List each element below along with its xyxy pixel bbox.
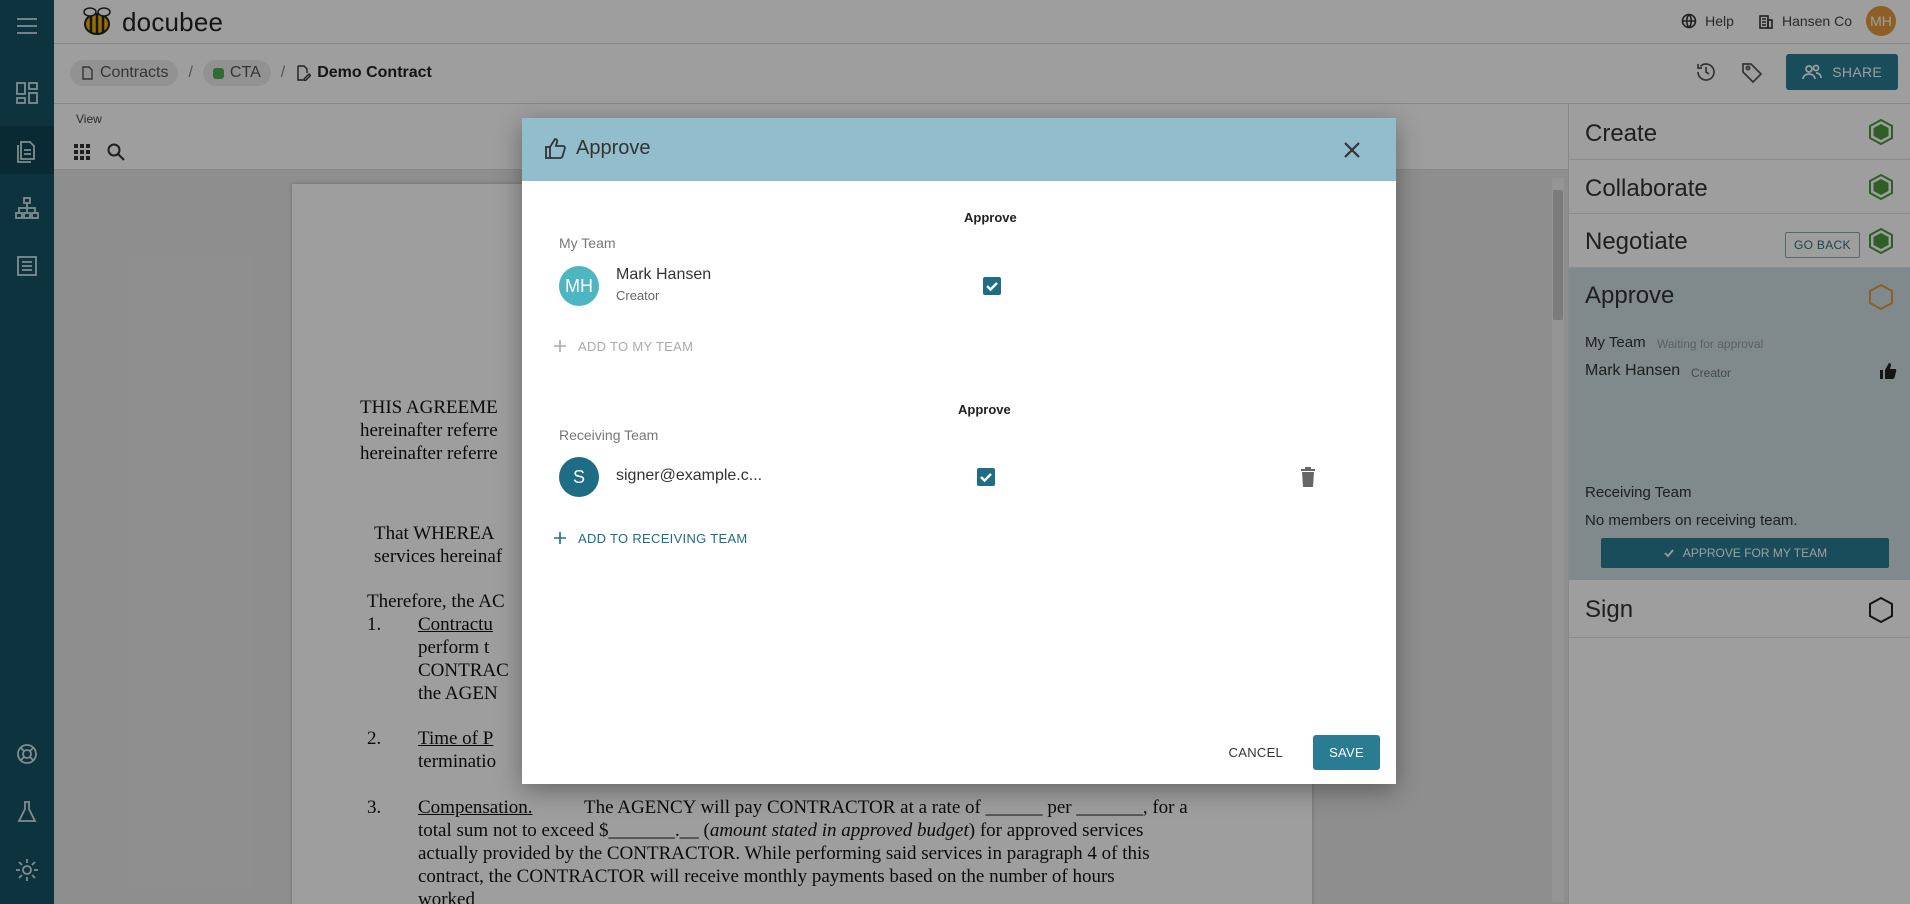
check-icon — [986, 282, 998, 292]
thumbs-up-icon — [545, 138, 566, 159]
member-email: signer@example.c... — [616, 467, 763, 484]
plus-icon — [554, 340, 566, 352]
approve-checkbox-mark-hansen[interactable] — [983, 277, 1001, 295]
my-team-label: My Team — [559, 235, 616, 251]
my-team-approve-header: Approve — [964, 210, 1017, 225]
add-to-receiving-team-label: ADD TO RECEIVING TEAM — [578, 530, 748, 546]
avatar: S — [559, 457, 599, 497]
approve-dialog: Approve Approve My Team MH Mark Hansen C… — [522, 118, 1396, 784]
cancel-button[interactable]: CANCEL — [1229, 745, 1284, 760]
member-role: Creator — [616, 288, 660, 303]
add-to-my-team-label: ADD TO MY TEAM — [578, 338, 694, 354]
dialog-header: Approve — [522, 118, 1396, 181]
add-to-my-team-button[interactable]: ADD TO MY TEAM — [552, 338, 693, 354]
add-to-receiving-team-button[interactable]: ADD TO RECEIVING TEAM — [552, 530, 748, 546]
close-icon[interactable] — [1342, 140, 1362, 160]
check-icon — [980, 473, 992, 483]
dialog-title: Approve — [576, 137, 651, 159]
trash-icon[interactable] — [1298, 466, 1318, 488]
plus-icon — [554, 532, 566, 544]
receiving-team-label: Receiving Team — [559, 427, 659, 443]
receiving-team-approve-header: Approve — [958, 402, 1011, 417]
save-button[interactable]: SAVE — [1313, 735, 1380, 770]
member-name: Mark Hansen — [616, 266, 712, 283]
avatar: MH — [559, 266, 599, 306]
approve-checkbox-signer[interactable] — [977, 468, 995, 486]
